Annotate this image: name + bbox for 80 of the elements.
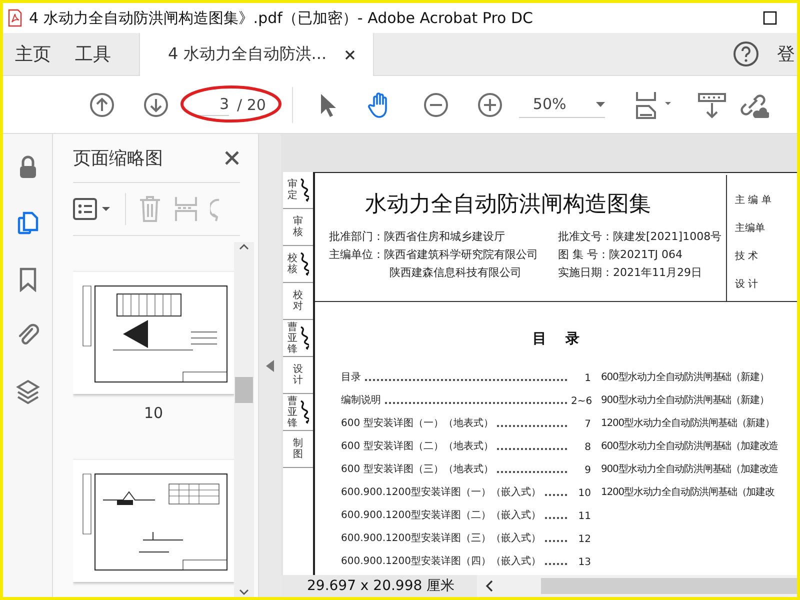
info-line: 实施日期：2021年11月29日 xyxy=(558,265,703,280)
toc-page-number: 1 xyxy=(584,373,591,384)
signature-drawing xyxy=(298,251,308,277)
scroll-up-icon[interactable] xyxy=(239,244,249,250)
zoom-out-button[interactable] xyxy=(422,92,449,118)
toc-entry: 600.900.1200型安装详图（三）（嵌入式） xyxy=(341,532,541,545)
zoom-dropdown[interactable]: 50% xyxy=(518,91,605,118)
toc-page-number: 2~6 xyxy=(571,396,591,407)
signature-field-label: 校核 xyxy=(288,253,298,275)
page-size-label: 29.697 x 20.998 厘米 xyxy=(281,575,477,597)
signature-field-label: 制图 xyxy=(293,438,303,460)
signature-field-label: 审核 xyxy=(293,216,303,238)
scroll-thumb[interactable] xyxy=(235,376,253,402)
toc-entry: 600 型安装详图（二）（地表式） xyxy=(341,440,494,453)
scroll-left-icon[interactable] xyxy=(484,580,493,592)
toc-entry: 600.900.1200型安装详图（四）（嵌入式） xyxy=(341,554,541,568)
window-title: 4 水动力全自动防洪闸构造图集》.pdf（已加密）- Adobe Acrobat Pro DC xyxy=(29,8,534,28)
toc-entry: 900型水动力全自动防洪闸基础（加建改造 xyxy=(601,462,778,476)
info-line: 批准部门：陕西省住房和城乡建设厅 xyxy=(329,229,506,244)
info-line: 批准文号：陕建发[2021]1008号 xyxy=(558,229,722,244)
panel-title: 页面缩略图 xyxy=(73,147,163,170)
close-icon[interactable] xyxy=(224,150,240,166)
tab[interactable]: 主页 xyxy=(3,33,63,75)
info-line: 主编单位：陕西省建筑科学研究院有限公司 xyxy=(329,247,538,262)
tab[interactable]: 工具 xyxy=(63,33,123,75)
next-page-button[interactable] xyxy=(143,92,169,118)
toc-page-number: 13 xyxy=(577,557,591,568)
toc-heading: 目 录 xyxy=(531,330,581,348)
info-line: 陕西建森信息科技有限公司 xyxy=(388,265,522,280)
signature-drawing xyxy=(298,325,308,351)
toc-page-number: 7 xyxy=(584,419,591,430)
document-title: 水动力全自动防洪闸构造图集 xyxy=(365,191,652,219)
scroll-down-icon[interactable] xyxy=(239,589,249,595)
page-total: / 20 xyxy=(237,96,266,114)
toc-entry: 1200型水动力全自动防洪闸基础（新建） xyxy=(601,416,776,430)
toc-entry: 900型水动力全自动防洪闸基础（新建） xyxy=(601,394,770,407)
options-menu-icon[interactable] xyxy=(73,197,113,221)
maximize-icon[interactable] xyxy=(763,11,777,25)
layers-icon[interactable] xyxy=(14,378,40,404)
previous-page-button[interactable] xyxy=(89,92,115,118)
page-number-label: 10 xyxy=(144,404,164,422)
toc-page-number: 12 xyxy=(577,534,591,545)
toc-entry: 600型水动力全自动防洪闸基础（加建改造 xyxy=(601,440,778,453)
toc-entry: 600.900.1200型安装详图（二）（嵌入式） xyxy=(341,508,541,522)
zoom-in-button[interactable] xyxy=(476,92,503,118)
toc-page-number: 9 xyxy=(584,465,591,476)
collapse-arrow-icon[interactable] xyxy=(266,360,274,372)
toc-entry: 600型水动力全自动防洪闸基础（新建） xyxy=(601,370,770,384)
signature-field-label: 曹亚锋 xyxy=(288,396,298,428)
tab[interactable]: 4 水动力全自动防洪... xyxy=(139,33,374,76)
help-icon[interactable] xyxy=(733,41,759,67)
info-line: 图 集 号：陕2021TJ 064 xyxy=(558,247,684,262)
toc-entry: 600.900.1200型安装详图（一）（嵌入式） xyxy=(341,486,541,499)
toc-page-number: 10 xyxy=(577,488,591,499)
info-label: 技 术 xyxy=(735,250,760,263)
toc-page-number: 8 xyxy=(584,442,591,453)
toc-entry: 编制说明 xyxy=(341,394,381,407)
signature-drawing xyxy=(298,177,308,203)
signature-field-label: 审定 xyxy=(288,179,298,201)
pdf-icon xyxy=(7,9,23,27)
sign-in-link[interactable]: 登 xyxy=(777,42,795,66)
signature-field-label: 设计 xyxy=(293,364,303,386)
toc-entry: 目录 xyxy=(341,371,361,384)
scrollbar[interactable] xyxy=(234,242,254,597)
toc-entry: 600 型安装详图（三）（地表式） xyxy=(341,462,494,476)
info-label: 设 计 xyxy=(735,278,760,291)
signature-field-label: 曹亚锋 xyxy=(288,322,298,354)
page-number-field[interactable]: 3 xyxy=(191,93,229,116)
info-label: 主编单 xyxy=(735,222,766,235)
scroll-thumb[interactable] xyxy=(540,578,797,594)
page-thumbnail[interactable] xyxy=(73,272,234,394)
page-thumbnail[interactable] xyxy=(73,460,234,582)
toc-page-number: 11 xyxy=(577,511,591,522)
toc-entry: 600 型安装详图（一）（地表式） xyxy=(341,416,494,430)
info-label: 主 编 单 xyxy=(735,194,772,207)
signature-drawing xyxy=(298,399,308,425)
signature-field-label: 校对 xyxy=(293,290,303,312)
close-icon[interactable] xyxy=(344,50,355,60)
toc-entry: 1200型水动力全自动防洪闸基础（加建改 xyxy=(601,486,776,499)
caret-icon xyxy=(596,102,605,106)
